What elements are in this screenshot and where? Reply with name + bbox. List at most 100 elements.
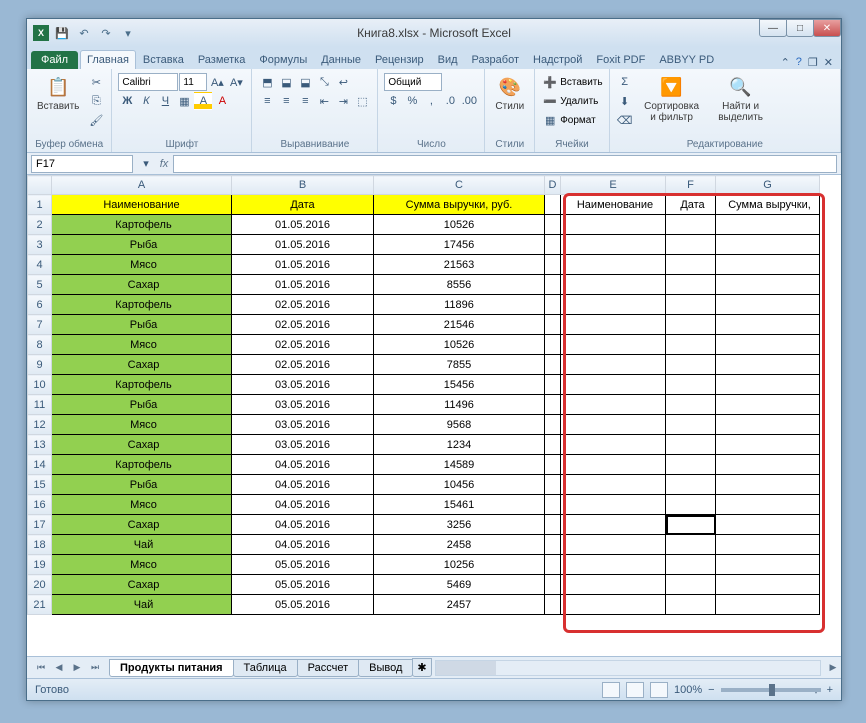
cell[interactable] bbox=[545, 275, 561, 295]
cell[interactable] bbox=[545, 215, 561, 235]
decrease-font-icon[interactable]: A▾ bbox=[227, 73, 245, 91]
cell[interactable]: Сахар bbox=[52, 515, 232, 535]
cell[interactable] bbox=[545, 315, 561, 335]
cell[interactable]: 02.05.2016 bbox=[232, 315, 374, 335]
increase-indent-icon[interactable]: ⇥ bbox=[334, 92, 352, 110]
cell[interactable]: 21563 bbox=[374, 255, 545, 275]
increase-font-icon[interactable]: A▴ bbox=[208, 73, 226, 91]
cell[interactable]: 10256 bbox=[374, 555, 545, 575]
cell[interactable]: 3256 bbox=[374, 515, 545, 535]
cell[interactable] bbox=[716, 315, 820, 335]
cell[interactable] bbox=[716, 335, 820, 355]
cell[interactable]: 21546 bbox=[374, 315, 545, 335]
tab-formulas[interactable]: Формулы bbox=[252, 50, 314, 69]
cell[interactable] bbox=[716, 395, 820, 415]
cell[interactable] bbox=[545, 555, 561, 575]
cell[interactable] bbox=[666, 355, 716, 375]
cell[interactable]: Мясо bbox=[52, 255, 232, 275]
insert-cells-label[interactable]: Вставить bbox=[560, 77, 602, 88]
cell[interactable]: 10526 bbox=[374, 335, 545, 355]
col-header-f[interactable]: F bbox=[666, 176, 716, 195]
cell[interactable] bbox=[561, 235, 666, 255]
tab-nav-next-icon[interactable]: ▶ bbox=[69, 660, 85, 676]
maximize-button[interactable]: □ bbox=[786, 19, 814, 37]
row-header[interactable]: 6 bbox=[28, 295, 52, 315]
cell[interactable]: 05.05.2016 bbox=[232, 575, 374, 595]
sheet-tab-1[interactable]: Продукты питания bbox=[109, 659, 234, 677]
col-header-c[interactable]: C bbox=[374, 176, 545, 195]
cell[interactable]: Наименование bbox=[561, 195, 666, 215]
row-header[interactable]: 5 bbox=[28, 275, 52, 295]
doc-restore-icon[interactable]: ❐ bbox=[808, 56, 818, 69]
cell[interactable] bbox=[716, 435, 820, 455]
cell[interactable] bbox=[666, 235, 716, 255]
delete-cells-label[interactable]: Удалить bbox=[560, 96, 598, 107]
ribbon-minimize-icon[interactable]: ⌃ bbox=[781, 56, 790, 69]
cell[interactable] bbox=[716, 415, 820, 435]
format-cells-icon[interactable]: ▦ bbox=[541, 111, 559, 129]
cell[interactable]: 03.05.2016 bbox=[232, 435, 374, 455]
cell[interactable] bbox=[666, 295, 716, 315]
cell[interactable] bbox=[666, 555, 716, 575]
row-header[interactable]: 2 bbox=[28, 215, 52, 235]
cell[interactable]: Наименование bbox=[52, 195, 232, 215]
cell[interactable] bbox=[716, 375, 820, 395]
cell[interactable]: 17456 bbox=[374, 235, 545, 255]
bold-icon[interactable]: Ж bbox=[118, 92, 136, 110]
redo-icon[interactable]: ↷ bbox=[97, 24, 115, 42]
align-top-icon[interactable]: ⬒ bbox=[258, 73, 276, 91]
sheet-tab-2[interactable]: Таблица bbox=[233, 659, 298, 677]
tab-file[interactable]: Файл bbox=[31, 51, 78, 69]
cell[interactable]: Сахар bbox=[52, 575, 232, 595]
row-header[interactable]: 19 bbox=[28, 555, 52, 575]
cell[interactable] bbox=[561, 335, 666, 355]
align-left-icon[interactable]: ≡ bbox=[258, 92, 276, 110]
cell[interactable]: Чай bbox=[52, 595, 232, 615]
underline-icon[interactable]: Ч bbox=[156, 92, 174, 110]
cell[interactable]: 10526 bbox=[374, 215, 545, 235]
select-all-corner[interactable] bbox=[28, 176, 52, 195]
cell[interactable] bbox=[716, 455, 820, 475]
tab-abbyy[interactable]: ABBYY PD bbox=[652, 50, 721, 69]
cell[interactable] bbox=[545, 395, 561, 415]
row-header[interactable]: 1 bbox=[28, 195, 52, 215]
align-right-icon[interactable]: ≡ bbox=[296, 92, 314, 110]
cell[interactable] bbox=[545, 495, 561, 515]
cell[interactable]: 04.05.2016 bbox=[232, 475, 374, 495]
cell[interactable]: Картофель bbox=[52, 295, 232, 315]
cell[interactable] bbox=[716, 355, 820, 375]
spreadsheet-grid[interactable]: A B C D E F G 1НаименованиеДатаСумма выр… bbox=[27, 175, 820, 615]
cell[interactable] bbox=[545, 435, 561, 455]
cell[interactable]: 04.05.2016 bbox=[232, 535, 374, 555]
orientation-icon[interactable]: ⤡ bbox=[315, 73, 333, 91]
zoom-level[interactable]: 100% bbox=[674, 684, 702, 696]
cell[interactable] bbox=[561, 515, 666, 535]
cell[interactable]: Мясо bbox=[52, 335, 232, 355]
cell[interactable] bbox=[716, 475, 820, 495]
wrap-text-icon[interactable]: ↩ bbox=[334, 73, 352, 91]
cell[interactable] bbox=[545, 535, 561, 555]
close-button[interactable]: ✕ bbox=[813, 19, 841, 37]
cell[interactable] bbox=[666, 395, 716, 415]
cell[interactable] bbox=[716, 595, 820, 615]
cell[interactable]: Картофель bbox=[52, 215, 232, 235]
cell[interactable]: 04.05.2016 bbox=[232, 495, 374, 515]
decrease-decimal-icon[interactable]: .00 bbox=[460, 92, 478, 110]
align-bottom-icon[interactable]: ⬓ bbox=[296, 73, 314, 91]
fill-color-icon[interactable]: A bbox=[194, 92, 212, 110]
cell[interactable]: 8556 bbox=[374, 275, 545, 295]
cell[interactable] bbox=[561, 535, 666, 555]
tab-nav-first-icon[interactable]: ⏮ bbox=[33, 660, 49, 676]
col-header-d[interactable]: D bbox=[545, 176, 561, 195]
cell[interactable] bbox=[545, 235, 561, 255]
cell[interactable]: 01.05.2016 bbox=[232, 235, 374, 255]
tab-layout[interactable]: Разметка bbox=[191, 50, 253, 69]
cell[interactable]: Дата bbox=[666, 195, 716, 215]
cell[interactable]: 05.05.2016 bbox=[232, 595, 374, 615]
cell[interactable] bbox=[666, 335, 716, 355]
col-header-b[interactable]: B bbox=[232, 176, 374, 195]
cell[interactable] bbox=[666, 435, 716, 455]
cell[interactable]: Сахар bbox=[52, 435, 232, 455]
cell[interactable] bbox=[666, 535, 716, 555]
col-header-a[interactable]: A bbox=[52, 176, 232, 195]
